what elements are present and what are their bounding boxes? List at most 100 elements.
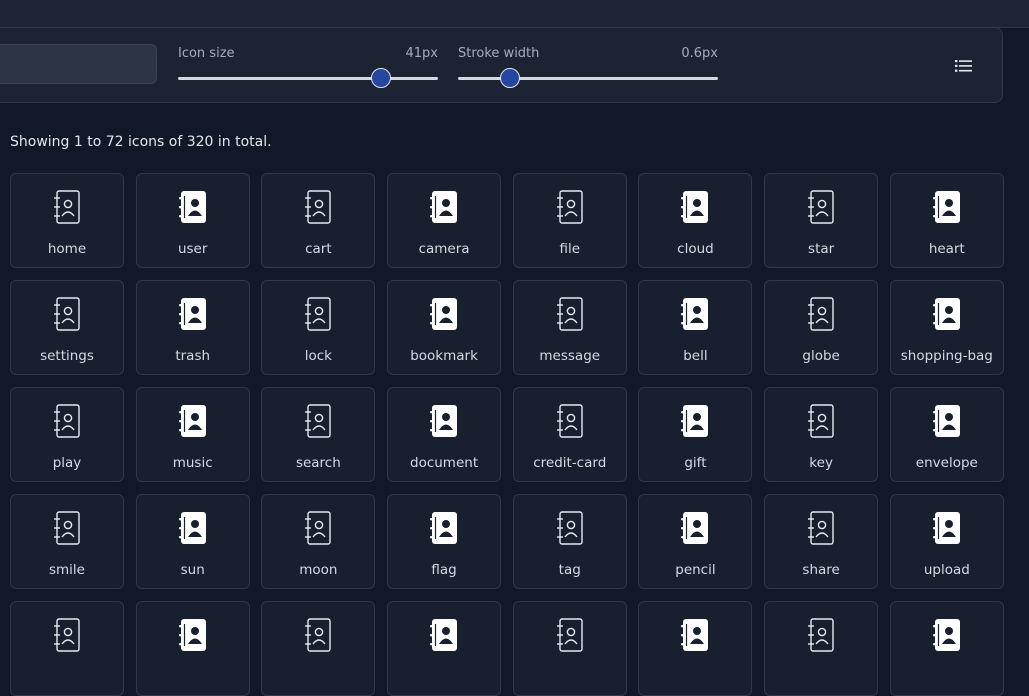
icon-preview — [932, 510, 962, 546]
icon-preview — [303, 296, 333, 332]
icon-name: message — [539, 348, 601, 364]
stroke-width-thumb[interactable] — [500, 68, 520, 88]
icon-card[interactable]: sun — [135, 494, 250, 589]
icon-preview — [680, 510, 710, 546]
icon-preview — [178, 510, 208, 546]
contact-book-icon — [430, 191, 458, 223]
icon-name: smile — [49, 562, 85, 578]
icon-name: star — [808, 241, 835, 257]
results-summary: Showing 1 to 72 icons of 320 in total. — [10, 134, 272, 150]
icon-preview — [178, 403, 208, 439]
icon-card[interactable]: file — [512, 173, 627, 268]
icon-card[interactable]: message — [512, 280, 627, 375]
icon-card[interactable] — [10, 601, 124, 696]
icon-card[interactable] — [261, 601, 376, 696]
icon-card[interactable]: gift — [638, 387, 753, 482]
icon-name: cloud — [677, 241, 714, 257]
icon-card[interactable] — [889, 601, 1004, 696]
icon-card[interactable] — [512, 601, 627, 696]
icon-preview — [806, 510, 836, 546]
icon-name: tag — [558, 562, 581, 578]
icon-name: share — [802, 562, 840, 578]
icon-name: shopping-bag — [900, 348, 993, 364]
icon-name: file — [559, 241, 581, 257]
icon-card[interactable]: bookmark — [387, 280, 502, 375]
icon-name: key — [809, 455, 833, 471]
icon-card[interactable]: settings — [10, 280, 124, 375]
icon-name: heart — [928, 241, 965, 257]
icon-card[interactable]: flag — [387, 494, 502, 589]
icon-card[interactable]: star — [764, 173, 879, 268]
icon-preview — [555, 296, 585, 332]
contact-book-icon — [932, 191, 960, 223]
icon-preview — [303, 403, 333, 439]
contact-book-icon — [54, 404, 80, 438]
icon-name: upload — [923, 562, 970, 578]
icon-preview — [429, 403, 459, 439]
icon-card[interactable]: search — [261, 387, 376, 482]
list-view-button[interactable] — [945, 53, 983, 79]
icon-name: user — [177, 241, 208, 257]
contact-book-icon — [305, 404, 332, 438]
icon-card[interactable]: credit-card — [512, 387, 627, 482]
icon-size-track[interactable] — [178, 77, 438, 80]
icon-card[interactable]: shopping-bag — [889, 280, 1004, 375]
icon-card[interactable]: document — [387, 387, 502, 482]
icon-card[interactable]: bell — [638, 280, 753, 375]
icon-preview — [806, 189, 836, 225]
contact-book-icon — [556, 404, 583, 438]
icon-card[interactable]: cart — [261, 173, 376, 268]
icon-card[interactable]: trash — [135, 280, 250, 375]
icon-card[interactable] — [638, 601, 753, 696]
icon-name: envelope — [915, 455, 978, 471]
icon-preview — [932, 189, 962, 225]
icon-card[interactable]: share — [764, 494, 879, 589]
contact-book-icon — [808, 190, 834, 224]
icon-name: trash — [175, 348, 211, 364]
icon-card[interactable]: smile — [10, 494, 124, 589]
icon-card[interactable]: upload — [889, 494, 1004, 589]
icon-preview — [680, 189, 710, 225]
icon-card[interactable]: home — [10, 173, 124, 268]
contact-book-icon — [305, 511, 332, 545]
contact-book-icon — [430, 619, 458, 651]
icon-name: globe — [802, 348, 840, 364]
icon-name: camera — [418, 241, 470, 257]
icon-name: sun — [180, 562, 205, 578]
icon-card[interactable] — [387, 601, 502, 696]
icon-card[interactable]: user — [135, 173, 250, 268]
contact-book-icon — [556, 618, 583, 652]
icon-card[interactable]: pencil — [638, 494, 753, 589]
icon-name: document — [410, 455, 479, 471]
contact-book-icon — [556, 297, 583, 331]
icon-name: search — [295, 455, 341, 471]
icon-card[interactable]: tag — [512, 494, 627, 589]
contact-book-icon — [430, 298, 458, 330]
icon-card[interactable]: moon — [261, 494, 376, 589]
icon-preview — [303, 510, 333, 546]
icon-card[interactable]: envelope — [889, 387, 1004, 482]
icon-size-thumb[interactable] — [370, 68, 391, 88]
icon-card[interactable]: play — [10, 387, 124, 482]
contact-book-icon — [681, 191, 709, 223]
icon-card[interactable]: globe — [764, 280, 879, 375]
contact-book-icon — [808, 511, 834, 545]
icon-preview — [52, 189, 82, 225]
icon-card[interactable]: heart — [889, 173, 1004, 268]
icon-card[interactable]: lock — [261, 280, 376, 375]
icon-card[interactable]: cloud — [638, 173, 753, 268]
icon-card[interactable] — [135, 601, 250, 696]
icon-preview — [680, 617, 710, 653]
contact-book-icon — [54, 511, 80, 545]
contact-book-icon — [681, 512, 709, 544]
icon-card[interactable]: key — [764, 387, 879, 482]
icon-card[interactable] — [764, 601, 879, 696]
contact-book-icon — [932, 298, 960, 330]
icon-card[interactable]: music — [135, 387, 250, 482]
stroke-width-track[interactable] — [458, 77, 718, 80]
icon-preview — [52, 296, 82, 332]
search-input[interactable] — [0, 44, 157, 84]
icon-name: cart — [305, 241, 332, 257]
icon-card[interactable]: camera — [387, 173, 502, 268]
contact-book-icon — [178, 191, 206, 223]
